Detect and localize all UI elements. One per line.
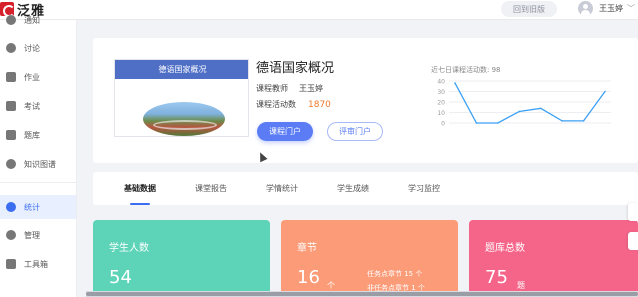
cover-title: 德语国家概况 <box>115 60 248 79</box>
stat-value: 75 <box>485 267 508 288</box>
stat-value: 54 <box>109 267 132 288</box>
sidebar-item-label: 统计 <box>24 202 40 212</box>
review-portal-button[interactable]: 评审门户 <box>327 122 383 141</box>
teacher-row: 课程教师 王玉婷 <box>256 83 323 94</box>
course-title: 德语国家概况 <box>256 61 335 76</box>
stat-unit: 个 <box>327 281 335 290</box>
sidebar-item-homework[interactable]: 作业 <box>0 65 76 89</box>
data-point[interactable] <box>475 122 478 124</box>
course-cover[interactable]: 德语国家概况 <box>114 59 249 137</box>
sidebar-item-manage[interactable]: 管理 <box>0 223 76 247</box>
pie-chart-icon <box>6 202 16 212</box>
y-tick-label: 0 <box>441 121 445 128</box>
y-tick-label: 20 <box>437 100 445 107</box>
tab-class-report[interactable]: 课堂报告 <box>186 172 236 205</box>
data-point[interactable] <box>539 107 542 110</box>
teacher-label: 课程教师 <box>256 84 288 93</box>
task-chapters-detail: 任务点章节 15 个 <box>367 270 423 278</box>
sidebar-item-label: 管理 <box>24 230 40 240</box>
sidebar-item-label: 作业 <box>24 72 40 82</box>
edit-icon <box>6 72 16 82</box>
user-name: 王玉婷 <box>599 3 623 13</box>
side-panel-handle[interactable] <box>628 203 638 221</box>
sidebar-item-label: 考试 <box>24 101 40 111</box>
old-version-button[interactable]: 回到旧版 <box>501 1 557 17</box>
activity-label: 课程活动数 <box>256 100 296 109</box>
toolbox-icon <box>6 259 16 269</box>
activity-count: 1870 <box>308 99 331 110</box>
data-point[interactable] <box>582 120 585 122</box>
sidebar-divider <box>0 182 76 183</box>
horizontal-scrollbar[interactable] <box>86 291 638 297</box>
data-point[interactable] <box>454 82 456 84</box>
sidebar-item-discussion[interactable]: 讨论 <box>0 36 76 60</box>
activity-series-line <box>454 82 606 124</box>
top-bar: 泛雅 回到旧版 王玉婷 ﹀ <box>0 0 638 20</box>
sidebar-item-label: 题库 <box>24 130 40 140</box>
bell-icon <box>6 15 16 25</box>
database-icon <box>6 130 16 140</box>
teacher-name: 王玉婷 <box>299 84 323 93</box>
activity-row: 课程活动数 1870 <box>256 99 331 110</box>
sidebar-item-exam[interactable]: 考试 <box>0 94 76 118</box>
tab-basic-data[interactable]: 基础数据 <box>115 172 165 205</box>
stat-value: 16 <box>297 267 320 288</box>
chart-title: 近七日课程活动数: 98 <box>431 66 501 74</box>
user-menu[interactable]: 王玉婷 ﹀ <box>578 0 635 16</box>
sidebar-item-label: 讨论 <box>24 43 40 53</box>
y-tick-label: 10 <box>437 110 445 117</box>
stat-title: 学生人数 <box>109 243 149 254</box>
chevron-down-icon: ﹀ <box>627 3 635 13</box>
sidebar: 通知 讨论 作业 考试 题库 知识图谱 统计 管理 工具箱 <box>0 15 77 297</box>
tab-student-grades[interactable]: 学生成绩 <box>328 172 378 205</box>
exam-icon <box>6 101 16 111</box>
sidebar-item-knowledge-graph[interactable]: 知识图谱 <box>0 152 76 176</box>
question-bank-stat-card[interactable]: 题库总数 75 题 <box>469 220 638 297</box>
data-point[interactable] <box>561 120 563 122</box>
data-point[interactable] <box>497 122 499 124</box>
sidebar-item-notice[interactable]: 通知 <box>0 8 76 32</box>
activity-line-chart: 40 30 20 10 0 <box>437 79 611 128</box>
tab-learning-stats[interactable]: 学情统计 <box>257 172 307 205</box>
gear-icon <box>6 230 16 240</box>
y-tick-label: 40 <box>437 79 445 86</box>
sidebar-item-toolbox[interactable]: 工具箱 <box>0 252 76 276</box>
students-stat-card[interactable]: 学生人数 54 <box>93 220 270 297</box>
chapters-stat-card[interactable]: 章节 16 个 任务点章节 15 个 非任务点章节 1 个 <box>281 220 458 297</box>
avatar <box>578 0 593 16</box>
chat-icon <box>6 43 16 53</box>
tab-learning-monitor[interactable]: 学习监控 <box>399 172 449 205</box>
y-tick-label: 30 <box>437 89 445 96</box>
sidebar-item-label: 知识图谱 <box>24 159 56 169</box>
course-portal-button[interactable]: 课程门户 <box>257 122 313 141</box>
stat-unit: 题 <box>517 281 525 290</box>
sidebar-item-label: 工具箱 <box>24 259 48 269</box>
sidebar-item-question-bank[interactable]: 题库 <box>0 123 76 147</box>
sidebar-item-label: 通知 <box>24 15 40 25</box>
course-card: 德语国家概况 德语国家概况 课程教师 王玉婷 课程活动数 1870 课程门户 评审门… <box>93 38 638 163</box>
stat-title: 题库总数 <box>485 243 525 254</box>
data-point[interactable] <box>518 110 521 113</box>
stat-title: 章节 <box>297 243 317 254</box>
stats-tabs: 基础数据 课堂报告 学情统计 学生成绩 学习监控 <box>93 172 638 205</box>
cover-image <box>143 102 225 136</box>
data-point[interactable] <box>604 90 606 93</box>
graph-icon <box>6 159 16 169</box>
side-panel-handle[interactable] <box>628 232 638 250</box>
sidebar-item-statistics[interactable]: 统计 <box>0 195 76 219</box>
scrollbar-thumb[interactable] <box>86 292 638 296</box>
